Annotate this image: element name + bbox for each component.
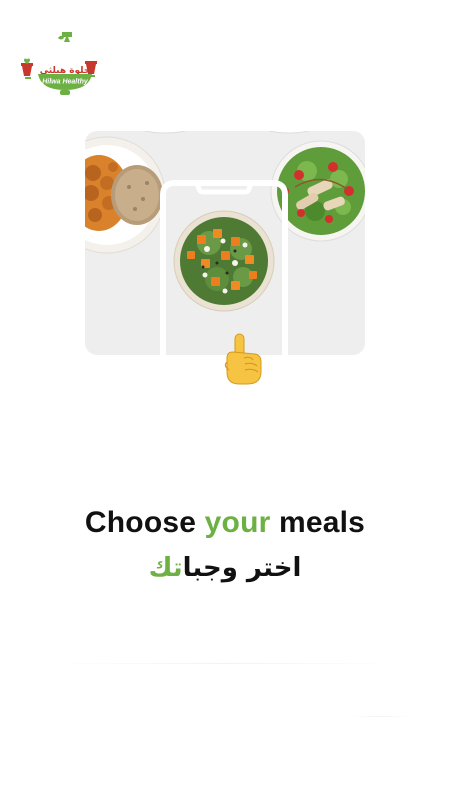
pumpkin-salad-bowl <box>173 210 275 312</box>
curry-rice-bowl <box>85 136 166 254</box>
meal-selection-illustration <box>85 131 365 355</box>
onboarding-title-arabic: اختر وجباتك <box>0 553 450 583</box>
title-part-2: meals <box>270 506 366 539</box>
arabic-title-accent: تك <box>148 553 183 583</box>
onboarding-title: Choose your meals <box>0 506 450 540</box>
brand-logo: حلوة هيلثي Hilwa Healthy <box>16 30 100 100</box>
title-part-1: Choose <box>84 506 205 539</box>
pointing-hand-icon <box>221 332 265 386</box>
arabic-title-part-1: اختر وجبا <box>182 553 302 583</box>
divider <box>350 716 410 717</box>
title-accent: your <box>204 506 271 539</box>
divider <box>50 663 400 664</box>
logo-english-text: Hilwa Healthy <box>42 79 89 86</box>
